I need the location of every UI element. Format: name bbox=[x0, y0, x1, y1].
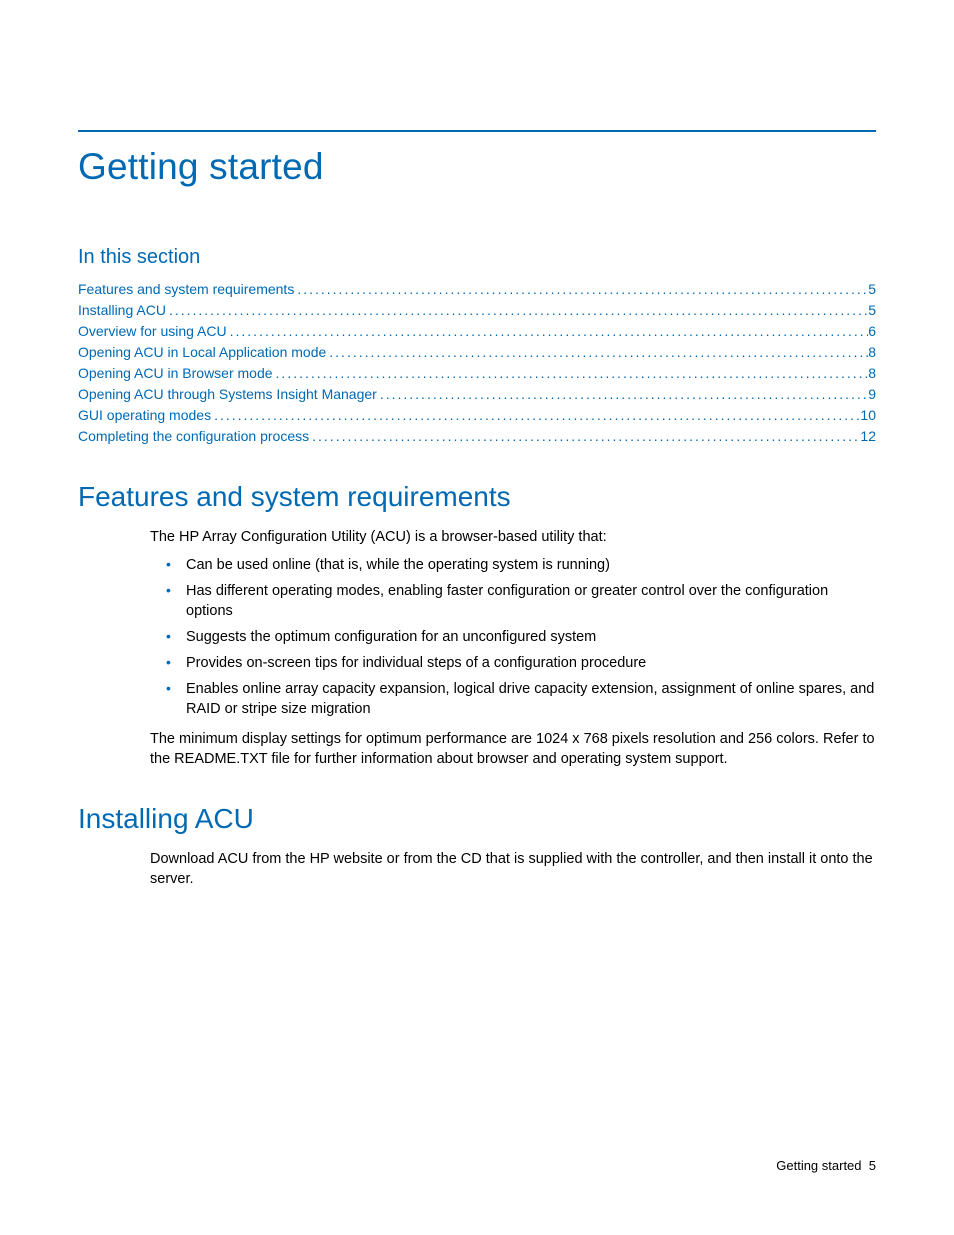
toc-label: Opening ACU through Systems Insight Mana… bbox=[78, 384, 377, 405]
toc-page: 6 bbox=[868, 321, 876, 342]
intro-text: The HP Array Configuration Utility (ACU)… bbox=[150, 527, 876, 547]
toc-item[interactable]: Installing ACU .........................… bbox=[78, 300, 876, 321]
list-item: Has different operating modes, enabling … bbox=[150, 581, 876, 621]
toc-label: Overview for using ACU bbox=[78, 321, 227, 342]
section-heading-features: Features and system requirements bbox=[78, 481, 876, 513]
section-body-installing: Download ACU from the HP website or from… bbox=[78, 849, 876, 889]
toc-item[interactable]: Completing the configuration process ...… bbox=[78, 426, 876, 447]
toc-label: Features and system requirements bbox=[78, 279, 294, 300]
toc-item[interactable]: Overview for using ACU .................… bbox=[78, 321, 876, 342]
toc-heading: In this section bbox=[78, 246, 876, 269]
toc-leader: ........................................… bbox=[273, 363, 869, 384]
footer-page: 5 bbox=[869, 1158, 876, 1173]
toc-label: Opening ACU in Browser mode bbox=[78, 363, 273, 384]
feature-list: Can be used online (that is, while the o… bbox=[150, 555, 876, 719]
toc-label: Installing ACU bbox=[78, 300, 166, 321]
toc-item[interactable]: Opening ACU in Browser mode ............… bbox=[78, 363, 876, 384]
toc-list: Features and system requirements .......… bbox=[78, 279, 876, 447]
toc-page: 5 bbox=[868, 300, 876, 321]
install-text: Download ACU from the HP website or from… bbox=[150, 849, 876, 889]
top-rule bbox=[78, 130, 876, 132]
toc-leader: ........................................… bbox=[309, 426, 860, 447]
toc-leader: ........................................… bbox=[326, 342, 868, 363]
page-content: Getting started In this section Features… bbox=[0, 0, 954, 889]
toc-leader: ........................................… bbox=[166, 300, 868, 321]
toc-leader: ........................................… bbox=[227, 321, 869, 342]
list-item: Enables online array capacity expansion,… bbox=[150, 679, 876, 719]
toc-item[interactable]: Opening ACU in Local Application mode ..… bbox=[78, 342, 876, 363]
toc-item[interactable]: Opening ACU through Systems Insight Mana… bbox=[78, 384, 876, 405]
toc-label: Completing the configuration process bbox=[78, 426, 309, 447]
toc-item[interactable]: Features and system requirements .......… bbox=[78, 279, 876, 300]
page-title: Getting started bbox=[78, 146, 876, 188]
toc-page: 8 bbox=[868, 342, 876, 363]
toc-page: 9 bbox=[868, 384, 876, 405]
toc-label: Opening ACU in Local Application mode bbox=[78, 342, 326, 363]
list-item: Provides on-screen tips for individual s… bbox=[150, 653, 876, 673]
list-item: Can be used online (that is, while the o… bbox=[150, 555, 876, 575]
toc-leader: ........................................… bbox=[377, 384, 868, 405]
toc-item[interactable]: GUI operating modes ....................… bbox=[78, 405, 876, 426]
list-item: Suggests the optimum configuration for a… bbox=[150, 627, 876, 647]
page-footer: Getting started 5 bbox=[776, 1158, 876, 1173]
toc-label: GUI operating modes bbox=[78, 405, 211, 426]
toc-leader: ........................................… bbox=[211, 405, 860, 426]
toc-page: 8 bbox=[868, 363, 876, 384]
outro-text: The minimum display settings for optimum… bbox=[150, 729, 876, 769]
section-body-features: The HP Array Configuration Utility (ACU)… bbox=[78, 527, 876, 769]
toc-page: 5 bbox=[868, 279, 876, 300]
section-heading-installing: Installing ACU bbox=[78, 803, 876, 835]
toc-page: 12 bbox=[860, 426, 876, 447]
toc-leader: ........................................… bbox=[294, 279, 868, 300]
footer-label: Getting started bbox=[776, 1158, 861, 1173]
toc-page: 10 bbox=[860, 405, 876, 426]
